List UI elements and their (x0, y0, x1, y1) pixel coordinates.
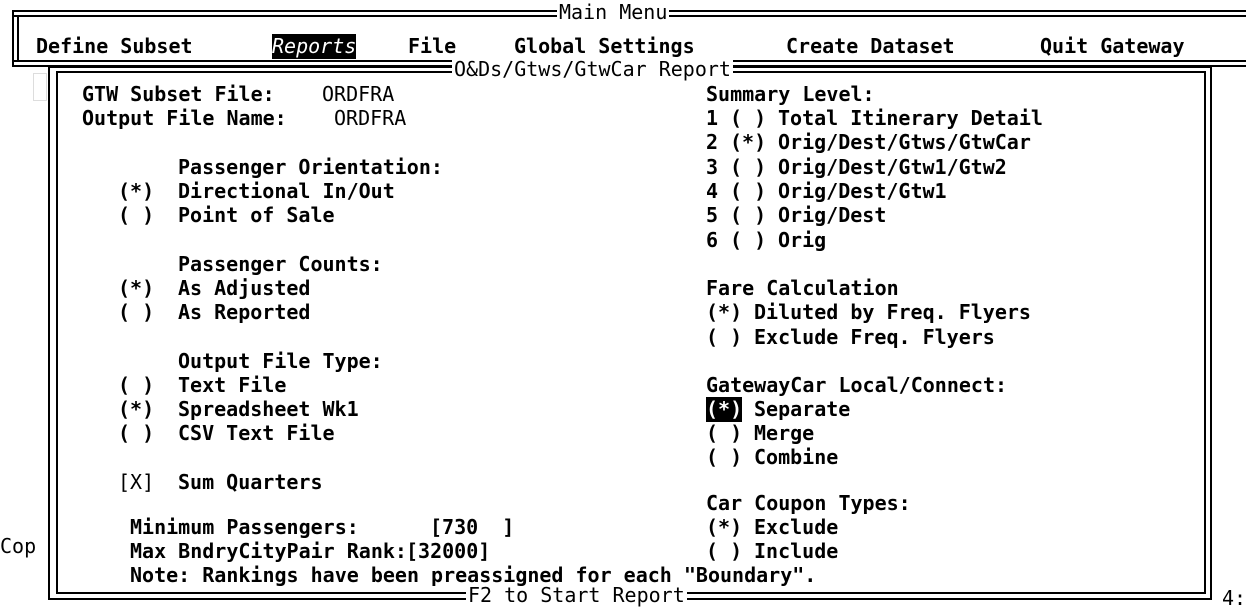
main-menu-frame-left-2 (17, 15, 19, 61)
radio-mark[interactable]: ( ) (706, 445, 742, 470)
radio-mark[interactable]: ( ) (730, 155, 766, 180)
option-number: 6 (706, 228, 719, 252)
dialog-footer: F2 to Start Report (466, 585, 687, 605)
radio-mark[interactable]: ( ) (730, 106, 766, 131)
option-number: 2 (706, 130, 719, 154)
menu-file[interactable]: File (408, 34, 456, 59)
radio-mark[interactable]: (*) (706, 397, 743, 422)
dialog-frame-left-outer (48, 66, 50, 600)
radio-label: Orig (778, 228, 827, 252)
radio-mark[interactable]: (*) (706, 300, 742, 325)
radio-mark[interactable]: ( ) (730, 179, 766, 204)
radio-label: Orig/Dest/Gtw1 (778, 179, 947, 203)
radio-mark[interactable]: ( ) (118, 300, 154, 325)
menu-define-subset[interactable]: Define Subset (36, 34, 193, 59)
radio-mark[interactable]: (*) (118, 179, 154, 204)
gatewaycar-heading: GatewayCar Local/Connect: (706, 373, 1008, 397)
radio-label: Orig/Dest/Gtws/GtwCar (778, 130, 1031, 154)
option-number: 5 (706, 203, 719, 227)
option-number: 4 (706, 179, 719, 203)
radio-label: Merge (754, 421, 815, 445)
menu-create-dataset[interactable]: Create Dataset (786, 34, 955, 59)
radio-label: Total Itinerary Detail (778, 106, 1043, 130)
max-rank-input[interactable]: [32000] (406, 539, 490, 564)
menu-quit-gateway[interactable]: Quit Gateway (1040, 34, 1185, 59)
radio-label: Point of Sale (178, 203, 335, 227)
dialog-title: O&Ds/Gtws/GtwCar Report (452, 57, 733, 81)
radio-mark[interactable]: (*) (118, 276, 154, 301)
radio-label: As Adjusted (178, 276, 311, 300)
menu-global-settings[interactable]: Global Settings (514, 34, 695, 59)
radio-mark[interactable]: ( ) (706, 325, 742, 350)
radio-label: Text File (178, 373, 287, 397)
radio-label: Spreadsheet Wk1 (178, 397, 359, 421)
radio-label: Orig/Dest (778, 203, 887, 227)
fare-calculation-heading: Fare Calculation (706, 276, 899, 300)
rankings-note: Note: Rankings have been preassigned for… (130, 563, 817, 587)
subset-file-label: GTW Subset File: (82, 82, 275, 106)
radio-label: Orig/Dest/Gtw1/Gtw2 (778, 155, 1007, 179)
passenger-orientation-heading: Passenger Orientation: (178, 155, 443, 179)
radio-label: Exclude (754, 515, 839, 539)
radio-label: Directional In/Out (178, 179, 395, 203)
dialog-frame-left-inner (56, 71, 58, 593)
subset-file-value: ORDFRA (322, 82, 395, 106)
radio-mark[interactable]: ( ) (730, 203, 766, 228)
max-rank-label: Max BndryCityPair Rank: (130, 539, 407, 563)
car-coupon-heading: Car Coupon Types: (706, 491, 911, 515)
minimum-passengers-label: Minimum Passengers: (130, 515, 359, 539)
background-cursor-block (33, 73, 47, 101)
radio-label: Combine (754, 445, 839, 469)
output-file-type-heading: Output File Type: (178, 349, 383, 373)
main-menu-title: Main Menu (557, 0, 670, 24)
radio-mark[interactable]: ( ) (118, 203, 154, 228)
radio-mark[interactable]: (*) (118, 397, 154, 422)
menu-reports[interactable]: Reports (272, 34, 357, 59)
option-number: 3 (706, 155, 719, 179)
option-number: 1 (706, 106, 719, 130)
radio-mark[interactable]: ( ) (706, 539, 742, 564)
radio-mark[interactable]: (*) (706, 515, 742, 540)
output-file-field[interactable]: ORDFRA (334, 106, 406, 131)
dialog-frame-right-outer (1210, 66, 1212, 600)
radio-mark[interactable]: ( ) (118, 421, 154, 446)
background-right-fragment: 4: (1222, 586, 1246, 610)
dialog-frame-right-inner (1204, 71, 1206, 593)
radio-label: Include (754, 539, 839, 563)
summary-level-heading: Summary Level: (706, 82, 875, 106)
passenger-counts-heading: Passenger Counts: (178, 252, 383, 276)
main-menu-frame-left-1 (12, 10, 14, 66)
radio-label: CSV Text File (178, 421, 335, 445)
copyright-fragment: Cop (0, 534, 37, 558)
radio-mark[interactable]: ( ) (118, 373, 154, 398)
radio-label: Separate (754, 397, 851, 421)
radio-label: Diluted by Freq. Flyers (754, 300, 1031, 324)
radio-label: As Reported (178, 300, 311, 324)
output-file-label: Output File Name: (82, 106, 287, 130)
radio-label: Exclude Freq. Flyers (754, 325, 995, 349)
minimum-passengers-input[interactable]: [730 ] (430, 515, 514, 540)
radio-mark[interactable]: (*) (730, 130, 766, 155)
radio-mark[interactable]: ( ) (730, 228, 766, 253)
radio-mark[interactable]: ( ) (706, 421, 742, 446)
checkbox-label: Sum Quarters (178, 470, 323, 494)
checkbox-mark[interactable]: [X] (118, 470, 154, 495)
